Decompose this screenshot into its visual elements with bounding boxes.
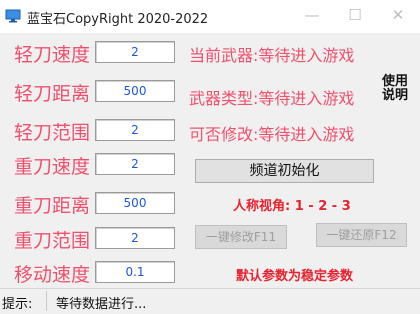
current-weapon-text: 当前武器:等待进入游戏 [189,46,355,65]
weapon-type-text: 武器类型:等待进入游戏 [189,89,355,108]
heavy-blade-distance-input[interactable]: 500 [95,192,175,214]
status-label: 提示: [2,297,33,312]
title-bar: 蓝宝石CopyRight 2020-2022 — ☐ ✕ [0,0,420,33]
perspective-text: 人称视角: 1 - 2 - 3 [233,199,351,214]
status-separator [46,291,47,311]
main-panel: 轻刀速度 轻刀距离 轻刀范围 重刀速度 重刀距离 重刀范围 移动速度 2 500… [0,33,420,288]
light-blade-range-label: 轻刀范围 [14,122,91,144]
heavy-blade-range-label: 重刀范围 [14,230,91,252]
channel-init-button[interactable]: 频道初始化 [195,159,374,183]
light-blade-distance-input[interactable]: 500 [95,80,175,102]
status-text: 等待数据进行... [56,297,147,312]
usage-help-link[interactable]: 使用 说明 [380,75,410,103]
status-bar: 提示: 等待数据进行... [0,288,420,314]
window-title: 蓝宝石CopyRight 2020-2022 [27,12,209,27]
light-blade-distance-label: 轻刀距离 [14,83,91,105]
heavy-blade-distance-label: 重刀距离 [14,195,91,217]
heavy-blade-range-input[interactable]: 2 [95,227,175,249]
minimize-button[interactable]: — [300,4,324,26]
one-key-modify-button[interactable]: 一键修改F11 [195,225,287,249]
modifiable-text: 可否修改:等待进入游戏 [189,125,355,144]
move-speed-input[interactable]: 0.1 [95,261,175,283]
app-monitor-icon [5,9,21,23]
help-line-2: 说明 [381,88,408,103]
heavy-blade-speed-label: 重刀速度 [14,156,91,178]
move-speed-label: 移动速度 [14,264,91,286]
help-line-1: 使用 [381,74,408,89]
maximize-button[interactable]: ☐ [343,4,367,26]
default-params-note: 默认参数为稳定参数 [236,269,354,284]
light-blade-speed-label: 轻刀速度 [14,44,91,66]
heavy-blade-speed-input[interactable]: 2 [95,153,175,175]
close-button[interactable]: ✕ [386,4,410,26]
one-key-restore-button[interactable]: 一键还原F12 [316,223,407,247]
light-blade-range-input[interactable]: 2 [95,119,175,141]
light-blade-speed-input[interactable]: 2 [95,41,175,63]
